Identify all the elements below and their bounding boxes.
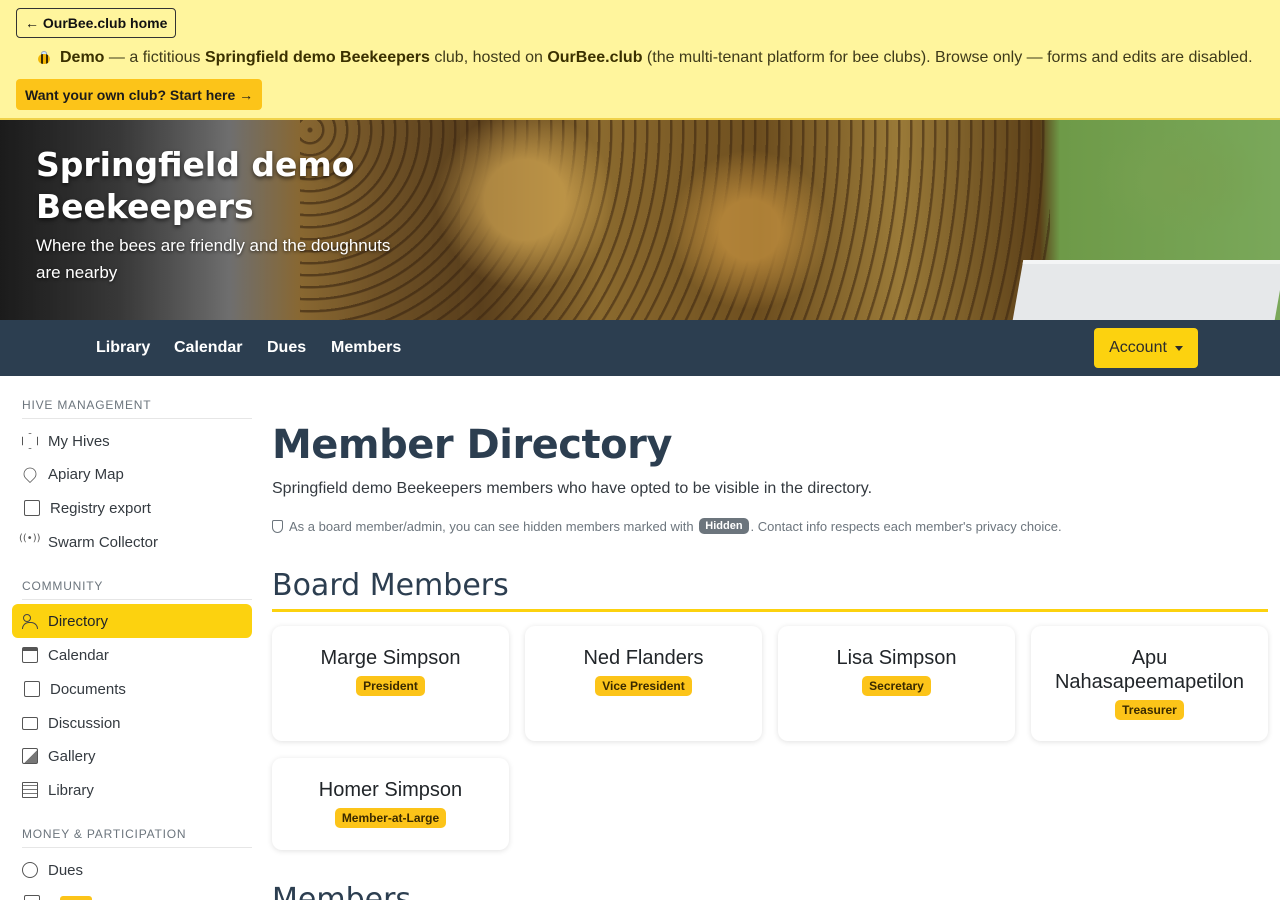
member-name: Apu Nahasapeemapetilon xyxy=(1054,647,1245,693)
demo-platform-name: OurBee.club xyxy=(547,49,643,66)
hidden-badge: Hidden xyxy=(699,518,749,534)
broadcast-icon xyxy=(19,533,41,550)
sidebar-item-label: Registry export xyxy=(50,499,151,517)
nav-calendar[interactable]: Calendar xyxy=(174,320,242,376)
sidebar-item-my-hives[interactable]: My Hives xyxy=(12,424,252,458)
sidebar-item-label: Calendar xyxy=(48,646,109,664)
admin-note-text-2: . Contact info respects each member's pr… xyxy=(750,518,1062,534)
nav-dues[interactable]: Dues xyxy=(267,320,306,376)
sidebar-item-label: Directory xyxy=(48,612,109,630)
hero-banner: Springfield demo Beekeepers Where the be… xyxy=(0,120,1280,320)
sidebar-item-label: Swarm Collector xyxy=(48,533,159,551)
sidebar-item-label: Dues xyxy=(48,861,84,879)
book-icon xyxy=(22,782,38,798)
document-icon xyxy=(24,681,40,697)
sidebar-heading-money: MONEY & PARTICIPATION xyxy=(22,827,252,848)
sidebar: HIVE MANAGEMENT My Hives Apiary Map Regi… xyxy=(0,376,264,900)
member-card[interactable]: Marge Simpson President xyxy=(272,626,509,741)
role-badge: Treasurer xyxy=(1115,700,1184,720)
sidebar-item-discussion[interactable]: Discussion xyxy=(12,706,252,740)
sidebar-item-label: My Hives xyxy=(48,432,110,450)
sidebar-item-calendar[interactable]: Calendar xyxy=(12,638,252,672)
demo-text-1: — a fictitious xyxy=(104,49,205,66)
demo-text-3: (the multi-tenant platform for bee clubs… xyxy=(642,49,1253,66)
sidebar-item-directory[interactable]: Directory xyxy=(12,604,252,638)
demo-notice: Demo — a fictitious Springfield demo Bee… xyxy=(36,49,1253,67)
members-heading: Members xyxy=(272,882,412,900)
sidebar-item-registry-export[interactable]: Registry export xyxy=(12,491,252,525)
map-pin-icon xyxy=(20,464,40,484)
document-icon xyxy=(24,500,40,516)
start-club-button[interactable]: Want your own club? Start here → xyxy=(16,79,263,110)
sidebar-item-label: Documents xyxy=(50,680,126,698)
club-title: Springfield demo Beekeepers xyxy=(36,145,355,226)
main-navbar: Library Calendar Dues Members Account xyxy=(0,320,1280,376)
club-tagline: Where the bees are friendly and the doug… xyxy=(36,236,391,282)
bee-icon xyxy=(36,51,52,65)
role-badge: Vice President xyxy=(595,676,692,696)
main-content: Member Directory Springfield demo Beekee… xyxy=(272,376,1268,900)
sidebar-item-dues[interactable]: Dues xyxy=(12,853,252,887)
admin-note-text: As a board member/admin, you can see hid… xyxy=(289,518,694,534)
calendar-icon xyxy=(22,647,38,663)
ticket-icon xyxy=(24,895,40,900)
dues-icon xyxy=(22,862,38,878)
image-icon xyxy=(22,748,38,764)
caret-down-icon xyxy=(1174,345,1183,351)
admin-note: As a board member/admin, you can see hid… xyxy=(272,518,1062,534)
ourbee-home-button[interactable]: ← OurBee.club home xyxy=(16,8,177,38)
role-badge: Member-at-Large xyxy=(334,808,447,828)
member-card[interactable]: Ned Flanders Vice President xyxy=(525,626,762,741)
demo-banner: ← OurBee.club home Demo — a fictitious S… xyxy=(0,0,1280,120)
sidebar-item-label: Apiary Map xyxy=(48,465,124,483)
people-icon xyxy=(22,613,38,629)
sidebar-item-documents[interactable]: Documents xyxy=(12,672,252,706)
sidebar-item-label: Library xyxy=(48,781,94,799)
demo-label: Demo xyxy=(60,49,105,66)
member-card[interactable]: Lisa Simpson Secretary xyxy=(778,626,1015,741)
role-badge: President xyxy=(356,676,425,696)
sidebar-heading-community: COMMUNITY xyxy=(22,579,252,600)
demo-club-name: Springfield demo Beekeepers xyxy=(204,49,430,66)
member-name: Ned Flanders xyxy=(583,647,704,669)
sidebar-item-apiary-map[interactable]: Apiary Map xyxy=(12,457,252,491)
sidebar-item-partial[interactable] xyxy=(12,886,252,900)
hexagon-icon xyxy=(22,433,38,449)
sidebar-heading-hive-management: HIVE MANAGEMENT xyxy=(22,398,252,419)
member-name: Lisa Simpson xyxy=(836,647,957,669)
member-name: Homer Simpson xyxy=(318,779,463,801)
nav-members[interactable]: Members xyxy=(331,320,401,376)
shield-icon xyxy=(272,519,283,533)
member-card[interactable]: Apu Nahasapeemapetilon Treasurer xyxy=(1031,626,1268,741)
account-label: Account xyxy=(1109,339,1167,356)
page-title: Member Directory xyxy=(272,422,672,468)
sidebar-item-library[interactable]: Library xyxy=(12,773,252,807)
sidebar-item-swarm-collector[interactable]: Swarm Collector xyxy=(12,525,252,559)
demo-text-2: club, hosted on xyxy=(429,49,548,66)
account-dropdown-button[interactable]: Account xyxy=(1094,328,1198,368)
chat-icon xyxy=(22,716,38,730)
member-card[interactable]: Homer Simpson Member-at-Large xyxy=(272,758,509,850)
nav-library[interactable]: Library xyxy=(96,320,150,376)
sidebar-item-gallery[interactable]: Gallery xyxy=(12,739,252,773)
board-members-heading: Board Members xyxy=(272,568,1268,612)
sidebar-item-badge xyxy=(60,896,92,900)
hive-box-image xyxy=(1012,260,1280,320)
role-badge: Secretary xyxy=(862,676,931,696)
page-lead: Springfield demo Beekeepers members who … xyxy=(272,480,873,497)
member-name: Marge Simpson xyxy=(320,647,461,669)
sidebar-item-label: Gallery xyxy=(48,747,96,765)
sidebar-item-label: Discussion xyxy=(48,714,121,732)
